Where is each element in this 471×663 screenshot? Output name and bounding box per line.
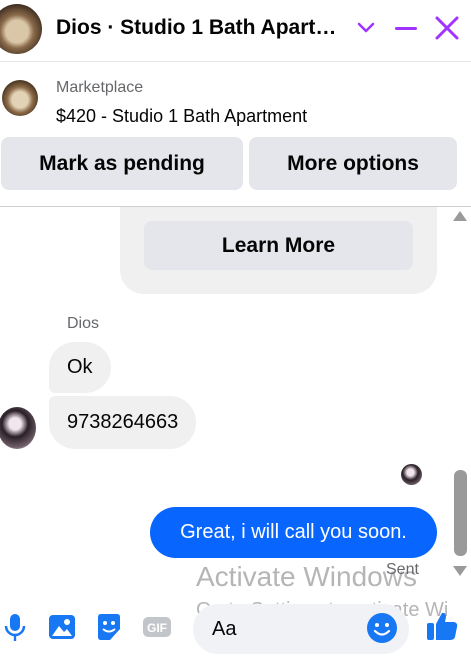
- chevron-down-icon[interactable]: [350, 12, 382, 44]
- like-icon[interactable]: [425, 609, 459, 643]
- sender-name: Dios: [67, 315, 100, 332]
- listing-category: Marketplace: [56, 79, 144, 96]
- sticker-icon[interactable]: [94, 611, 124, 643]
- chat-header: Dios · Studio 1 Bath Apart…: [0, 0, 471, 58]
- close-icon[interactable]: [431, 12, 463, 44]
- chat-title[interactable]: Dios · Studio 1 Bath Apart…: [56, 16, 336, 40]
- seen-indicator-avatar: [401, 464, 422, 485]
- activation-watermark-title: Activate Windows: [196, 561, 417, 592]
- microphone-icon[interactable]: [0, 611, 30, 643]
- listing-title[interactable]: $420 - Studio 1 Bath Apartment: [56, 106, 307, 127]
- seller-avatar[interactable]: [0, 4, 42, 54]
- incoming-message[interactable]: Ok: [49, 342, 111, 393]
- learn-more-button[interactable]: Learn More: [144, 221, 413, 270]
- contact-avatar[interactable]: [0, 407, 36, 449]
- image-icon[interactable]: [47, 611, 77, 643]
- scroll-up-arrow-icon[interactable]: [453, 211, 467, 221]
- scroll-down-arrow-icon[interactable]: [453, 566, 467, 576]
- minimize-icon[interactable]: [390, 12, 422, 44]
- gif-label: GIF: [147, 621, 167, 635]
- scrollbar-thumb[interactable]: [454, 470, 467, 556]
- listing-thumbnail[interactable]: [2, 80, 38, 116]
- outgoing-message[interactable]: Great, i will call you soon.: [150, 507, 437, 558]
- mark-as-pending-button[interactable]: Mark as pending: [1, 137, 243, 190]
- emoji-icon[interactable]: [366, 612, 398, 644]
- gif-icon[interactable]: GIF: [142, 611, 172, 643]
- more-options-button[interactable]: More options: [249, 137, 457, 190]
- message-input-placeholder: Aa: [212, 618, 237, 640]
- marketplace-listing: Marketplace $420 - Studio 1 Bath Apartme…: [0, 62, 471, 206]
- message-status: Sent: [386, 561, 419, 578]
- incoming-message[interactable]: 9738264663: [49, 396, 197, 449]
